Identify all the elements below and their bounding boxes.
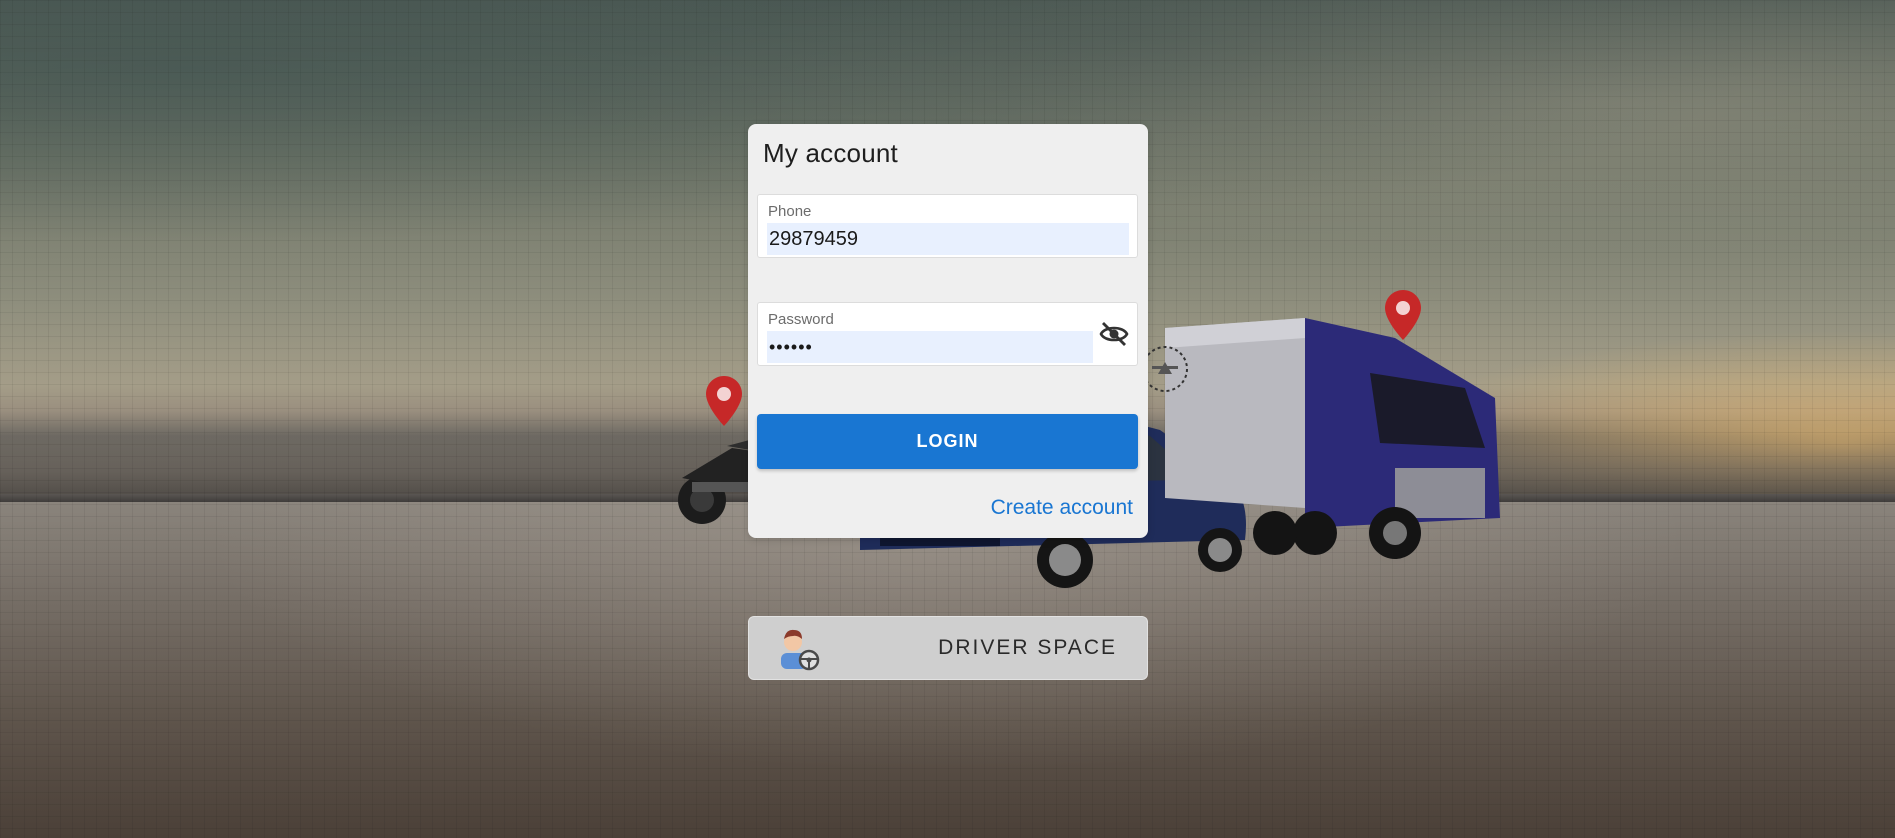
driver-space-button[interactable]: DRIVER SPACE: [748, 616, 1148, 680]
location-pin-icon: [706, 376, 742, 426]
password-field: Password: [757, 302, 1138, 366]
truck-image: [1165, 318, 1500, 559]
password-input[interactable]: [767, 331, 1093, 363]
login-card: My account Phone Password LOGIN Create a…: [748, 124, 1148, 538]
eye-off-icon[interactable]: [1099, 321, 1129, 347]
login-button[interactable]: LOGIN: [757, 414, 1138, 469]
driver-steering-wheel-icon: [781, 629, 820, 671]
driver-space-label: DRIVER SPACE: [938, 636, 1117, 659]
create-account-link[interactable]: Create account: [991, 496, 1133, 520]
location-pin-icon: [1385, 290, 1421, 340]
phone-field: Phone: [757, 194, 1138, 258]
password-label: Password: [768, 311, 834, 328]
page-title: My account: [763, 138, 898, 168]
phone-input[interactable]: [767, 223, 1129, 255]
phone-label: Phone: [768, 203, 812, 220]
